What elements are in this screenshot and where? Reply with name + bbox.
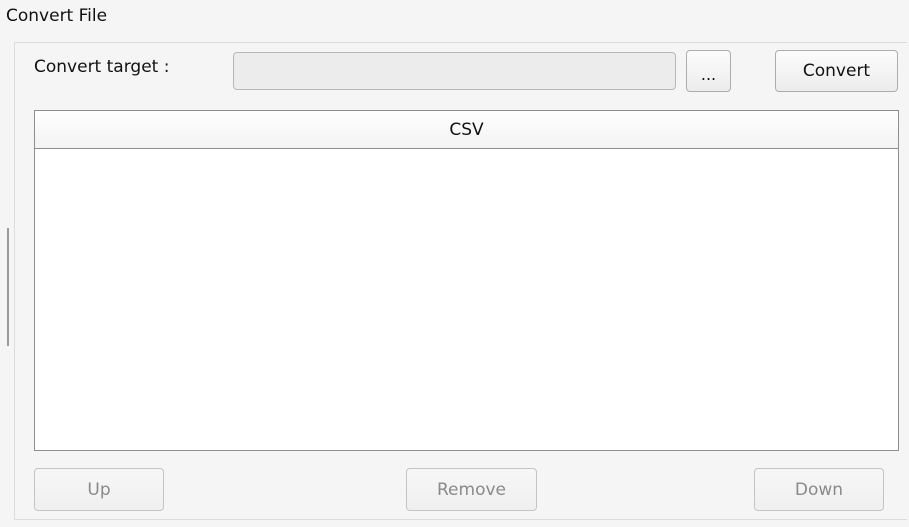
splitter-handle[interactable] [7, 228, 9, 346]
convert-button[interactable]: Convert [775, 50, 898, 92]
csv-file-list[interactable]: CSV [34, 110, 899, 451]
convert-target-label: Convert target : [34, 57, 170, 77]
remove-button[interactable]: Remove [406, 468, 537, 511]
down-button[interactable]: Down [754, 468, 884, 511]
convert-file-panel: Convert File Convert target : ... Conver… [0, 0, 909, 527]
up-button[interactable]: Up [34, 468, 164, 511]
convert-target-input[interactable] [233, 52, 676, 90]
list-body[interactable] [35, 149, 898, 450]
browse-button[interactable]: ... [686, 50, 731, 92]
list-column-header-csv[interactable]: CSV [35, 111, 898, 149]
group-title: Convert File [6, 6, 108, 26]
